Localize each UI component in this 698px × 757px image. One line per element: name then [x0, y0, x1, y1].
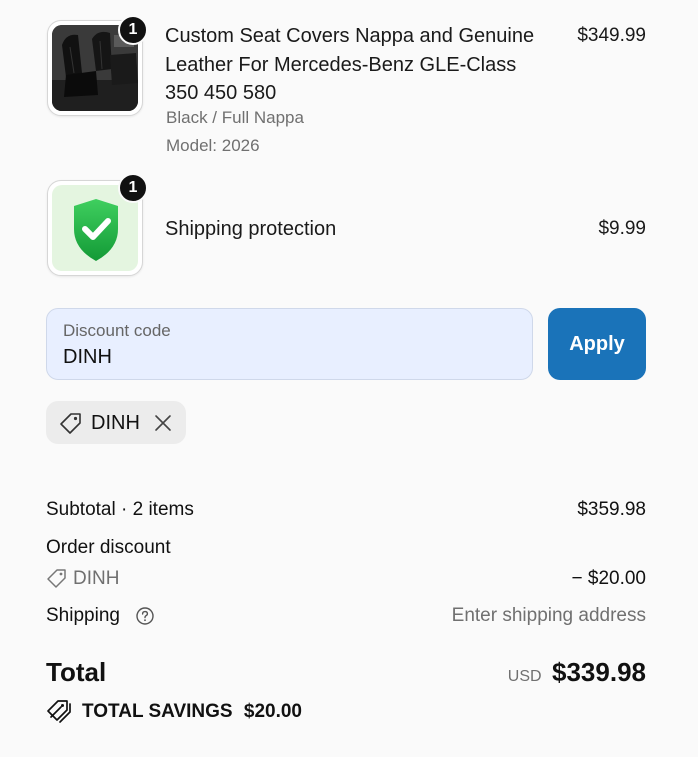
- tag-icon: [46, 568, 68, 595]
- quantity-badge: 1: [118, 173, 148, 203]
- help-icon[interactable]: [135, 606, 155, 631]
- applied-discount-code: DINH: [91, 412, 140, 434]
- product-title-line: 350 450 580: [165, 82, 277, 104]
- total-savings-label: TOTAL SAVINGS: [82, 701, 233, 722]
- subtotal-label: Subtotal · 2 items: [46, 499, 194, 520]
- tag-icon: [58, 411, 84, 440]
- quantity-badge: 1: [118, 15, 148, 45]
- currency-code: USD: [507, 668, 542, 685]
- shipping-protection-title: Shipping protection: [165, 218, 337, 240]
- applied-discount-chip: DINH: [46, 401, 186, 444]
- shipping-label: Shipping: [46, 605, 120, 626]
- order-discount-code: DINH: [73, 568, 120, 589]
- apply-button[interactable]: Apply: [548, 308, 646, 380]
- product-price: $349.99: [577, 25, 646, 46]
- subtotal-value: $359.98: [577, 499, 646, 520]
- total-amount: USD $339.98: [440, 657, 646, 688]
- product-title: Custom Seat Covers Nappa and Genuine Lea…: [165, 22, 555, 108]
- order-discount-value: − $20.00: [571, 568, 647, 589]
- product-title-line: Custom Seat Covers Nappa and Genuine: [165, 25, 535, 47]
- product-model: Model: 2026: [166, 136, 260, 155]
- total-savings: TOTAL SAVINGS $20.00: [82, 701, 302, 723]
- product-title-line: Leather For Mercedes-Benz GLE-Class: [165, 53, 517, 76]
- savings-tag-icon: [46, 698, 72, 729]
- total-value: $339.98: [552, 657, 646, 687]
- discount-code-input[interactable]: DINH: [63, 346, 112, 369]
- total-savings-value: $20.00: [243, 701, 303, 722]
- discount-code-field[interactable]: Discount code DINH: [46, 308, 533, 380]
- discount-code-label: Discount code: [63, 321, 171, 340]
- order-discount-label: Order discount: [46, 537, 171, 558]
- total-label: Total: [46, 657, 107, 687]
- shipping-value: Enter shipping address: [451, 605, 646, 626]
- remove-discount-close-icon[interactable]: [153, 413, 173, 438]
- shipping-protection-price: $9.99: [598, 218, 646, 239]
- product-variant: Black / Full Nappa: [166, 108, 304, 127]
